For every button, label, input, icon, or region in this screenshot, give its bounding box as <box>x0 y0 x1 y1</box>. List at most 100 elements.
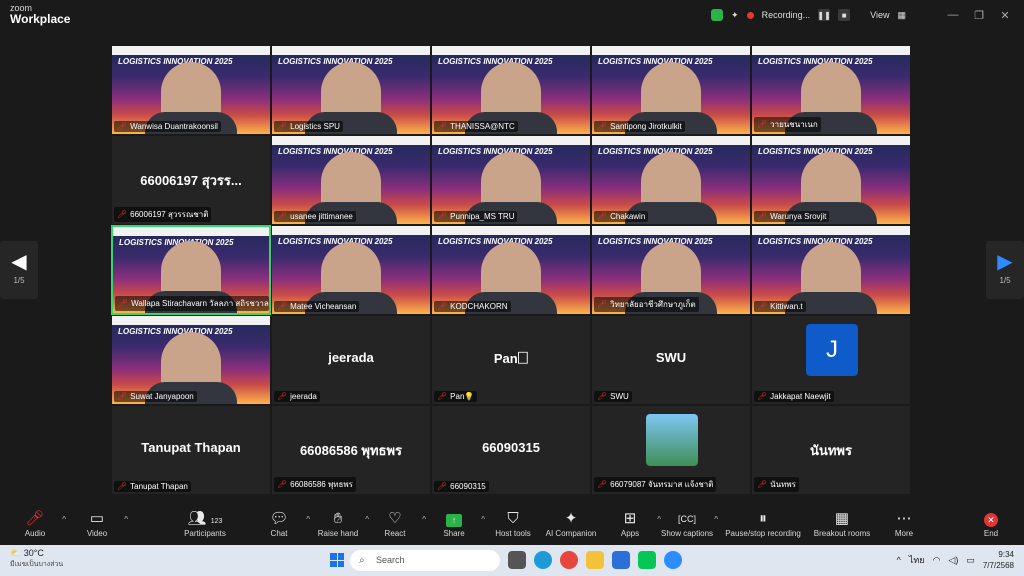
mic-muted-icon: 🎤︎ <box>597 300 608 309</box>
audio-button[interactable]: 🎤︎ Audio ^ <box>0 509 70 538</box>
zoom-app-icon[interactable] <box>664 551 682 569</box>
host-tools-label: Host tools <box>495 529 531 538</box>
participant-display-name: นันทพร <box>810 443 852 458</box>
view-button[interactable]: View <box>870 10 889 20</box>
edge-icon[interactable] <box>534 551 552 569</box>
participant-display-name: 66090315 <box>482 440 540 455</box>
breakout-rooms-icon: ▦ <box>834 510 850 527</box>
sparkle-icon[interactable]: ✦ <box>731 10 739 21</box>
participant-tile[interactable]: นันทพร 🎤︎ นันทพร <box>751 405 911 495</box>
participant-tile[interactable]: jeerada 🎤︎ jeerada <box>271 315 431 405</box>
file-explorer-icon[interactable] <box>586 551 604 569</box>
end-meeting-button[interactable]: ✕ End <box>966 509 1016 538</box>
participant-tile[interactable]: 🎤︎ 66079087 จันทรมาส แจ้งชาติ <box>591 405 751 495</box>
mic-muted-icon: 🎤︎ <box>757 392 768 401</box>
start-button[interactable] <box>330 553 344 567</box>
participant-tile[interactable]: LOGISTICS INNOVATION 2025 🎤︎ THANISSA@NTC <box>431 45 591 135</box>
mic-muted-icon: 🎤︎ <box>597 392 608 401</box>
battery-icon[interactable]: ▭ <box>966 555 975 566</box>
participant-tile[interactable]: LOGISTICS INNOVATION 2025 🎤︎ Chakawin <box>591 135 751 225</box>
participant-tile[interactable]: SWU 🎤︎ SWU <box>591 315 751 405</box>
participant-tile[interactable]: Tanupat Thapan 🎤︎ Tanupat Thapan <box>111 405 271 495</box>
close-button[interactable]: ✕ <box>996 9 1014 22</box>
chrome-icon[interactable] <box>560 551 578 569</box>
participant-tile[interactable]: LOGISTICS INNOVATION 2025 🎤︎ Kittiwan.t <box>751 225 911 315</box>
participant-tile[interactable]: LOGISTICS INNOVATION 2025 🎤︎ Warunya Srovj… <box>751 135 911 225</box>
task-view-icon[interactable] <box>508 551 526 569</box>
chevron-up-icon[interactable]: ^ <box>897 555 901 565</box>
stop-recording-button[interactable]: ■ <box>838 9 851 21</box>
pause-recording-button[interactable]: ❚❚ <box>817 9 831 21</box>
windows-taskbar: ⛅ 30°C มีเมฆเป็นบางส่วน ⌕ Search ^ ไทย ◠ … <box>0 545 1024 576</box>
mic-muted-icon: 🎤︎ <box>597 122 608 131</box>
participant-tile[interactable]: J 🎤︎ Jakkapat Naewjit <box>751 315 911 405</box>
participant-tile[interactable]: Pan🗌 🎤︎ Pan💡 <box>431 315 591 405</box>
participant-tile[interactable]: 66006197 สุวรร... 🎤︎ 66006197 สุวรรณชาติ <box>111 135 271 225</box>
minimize-button[interactable]: — <box>944 9 962 21</box>
participant-tile[interactable]: LOGISTICS INNOVATION 2025 🎤︎ usanee jittim… <box>271 135 431 225</box>
participant-tile[interactable]: LOGISTICS INNOVATION 2025 🎤︎ Wanwisa Duant… <box>111 45 271 135</box>
apps-label: Apps <box>620 529 640 538</box>
participant-name: SWU <box>610 392 629 401</box>
share-screen-icon: ↑ <box>446 514 462 527</box>
participant-tile[interactable]: LOGISTICS INNOVATION 2025 🎤︎ Santipong Jir… <box>591 45 751 135</box>
participant-name-label: 🎤︎ Tanupat Thapan <box>114 481 191 492</box>
video-button[interactable]: ▭ Video ^ <box>62 509 132 538</box>
participant-name-label: 🎤︎ Pan💡 <box>434 391 478 402</box>
camera-icon: ▭ <box>89 510 105 527</box>
mic-muted-icon: 🎤︎ <box>117 122 128 131</box>
language-indicator[interactable]: ไทย <box>909 553 925 567</box>
pause-stop-recording-button[interactable]: ⏸︎ Pause/stop recording <box>721 509 805 538</box>
participant-tile[interactable]: LOGISTICS INNOVATION 2025 🎤︎ วิทยาลัยอาชีว… <box>591 225 751 315</box>
participant-display-name: 66006197 สุวรร... <box>140 173 242 188</box>
event-banner: LOGISTICS INNOVATION 2025 <box>438 147 553 156</box>
weather-widget[interactable]: ⛅ 30°C มีเมฆเป็นบางส่วน <box>10 548 63 570</box>
participants-button[interactable]: 👥︎ 123 Participants <box>170 509 240 538</box>
participant-name: 66086586 พุทธพร <box>290 480 353 489</box>
title-bar: zoom Workplace ✦ Recording... ❚❚ ■ View … <box>0 0 1024 30</box>
participant-tile[interactable]: LOGISTICS INNOVATION 2025 🎤︎ วายนชนาเนก <box>751 45 911 135</box>
event-banner: LOGISTICS INNOVATION 2025 <box>118 327 233 336</box>
participant-tile[interactable]: LOGISTICS INNOVATION 2025 🎤︎ KODCHAKORN <box>431 225 591 315</box>
wifi-icon[interactable]: ◠ <box>933 555 941 566</box>
show-captions-button[interactable]: [CC] Show captions ^ <box>652 509 722 538</box>
page-indicator-left: 1/5 <box>13 276 25 285</box>
chevron-up-icon[interactable]: ^ <box>714 515 718 524</box>
participant-tile[interactable]: 66086586 พุทธพร 🎤︎ 66086586 พุทธพร <box>271 405 431 495</box>
participant-name: Pan💡 <box>450 392 475 401</box>
mic-muted-icon: 🎤︎ <box>277 392 288 401</box>
mic-muted-icon: 🎤︎ <box>597 480 608 489</box>
taskbar-search[interactable]: ⌕ Search <box>350 550 500 571</box>
participant-tile[interactable]: LOGISTICS INNOVATION 2025 🎤︎ Logistics SPU <box>271 45 431 135</box>
breakout-rooms-button[interactable]: ▦ Breakout rooms <box>807 509 877 538</box>
chevron-up-icon[interactable]: ^ <box>124 515 128 524</box>
weather-description: มีเมฆเป็นบางส่วน <box>10 561 64 568</box>
speaker-icon[interactable]: ◁) <box>948 555 958 566</box>
event-banner: LOGISTICS INNOVATION 2025 <box>438 237 553 246</box>
view-options-icon[interactable]: ▦ <box>897 10 906 21</box>
participant-name-label: 🎤︎ Chakawin <box>594 211 649 222</box>
participant-name-label: 🎤︎ KODCHAKORN <box>434 301 511 312</box>
participant-tile[interactable]: LOGISTICS INNOVATION 2025 🎤︎ Matee Vichean… <box>271 225 431 315</box>
previous-page-button[interactable]: ◀ 1/5 <box>0 241 38 299</box>
show-captions-label: Show captions <box>660 529 714 538</box>
participant-name: Tanupat Thapan <box>130 482 188 491</box>
more-button[interactable]: ⋯ More <box>869 509 939 538</box>
mic-muted-icon: 🎤︎ <box>117 210 128 219</box>
participant-tile[interactable]: LOGISTICS INNOVATION 2025 🎤︎ Suwat Janyapo… <box>111 315 271 405</box>
mic-muted-icon: 🎤︎ <box>277 480 288 489</box>
share-label: Share <box>443 529 465 538</box>
store-icon[interactable] <box>612 551 630 569</box>
participant-name: 66090315 <box>450 482 486 491</box>
clock[interactable]: 9:34 7/7/2568 <box>983 549 1014 571</box>
participant-tile[interactable]: LOGISTICS INNOVATION 2025 🎤︎ Punnipa_MS TR… <box>431 135 591 225</box>
participant-tile[interactable]: LOGISTICS INNOVATION 2025 🎤︎ Wallapa Stira… <box>111 225 271 315</box>
next-page-button[interactable]: ▶ 1/5 <box>986 241 1024 299</box>
line-app-icon[interactable] <box>638 551 656 569</box>
participant-tile[interactable]: 66090315 🎤︎ 66090315 <box>431 405 591 495</box>
chat-label: Chat <box>270 529 288 538</box>
event-banner: LOGISTICS INNOVATION 2025 <box>278 57 393 66</box>
participant-name: Suwat Janyapoon <box>130 392 194 401</box>
shield-icon[interactable] <box>711 9 724 21</box>
restore-button[interactable]: ❐ <box>970 9 988 22</box>
